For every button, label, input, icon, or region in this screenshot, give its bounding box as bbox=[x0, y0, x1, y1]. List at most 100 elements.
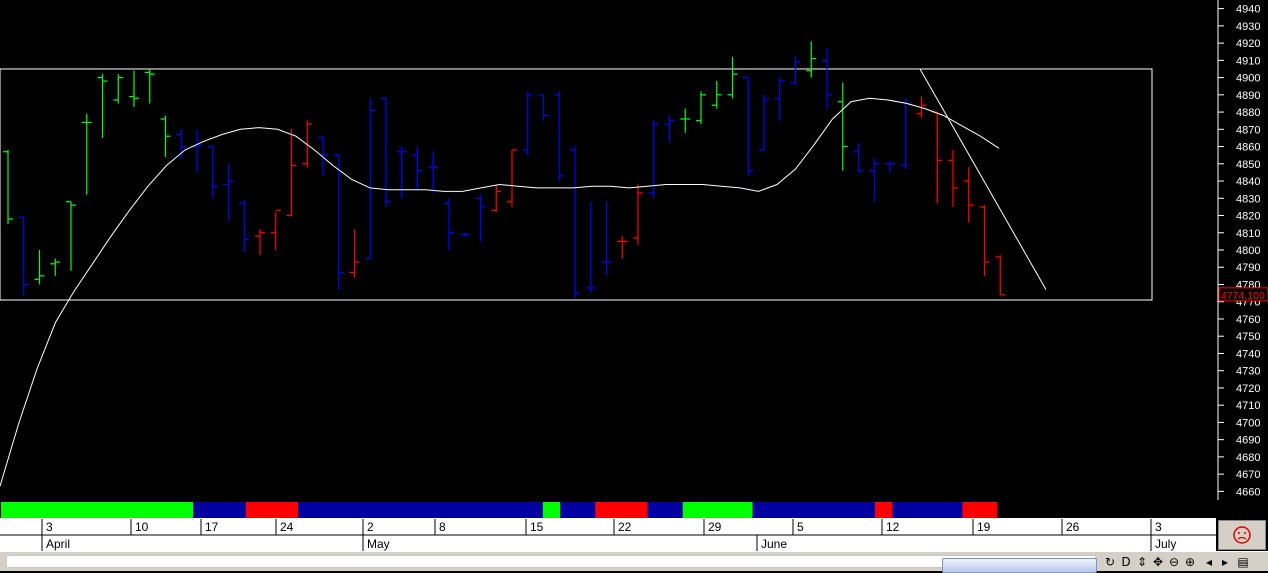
ohlc-bar bbox=[522, 91, 533, 156]
ohlc-bar bbox=[34, 250, 45, 285]
ohlc-bar bbox=[302, 120, 313, 168]
ohlc-bar bbox=[270, 209, 281, 250]
ohlc-bar bbox=[333, 154, 344, 290]
y-tick-label: 4740 bbox=[1236, 348, 1260, 360]
signal-segment bbox=[560, 502, 596, 519]
x-day-label: 3 bbox=[1155, 520, 1162, 534]
ohlc-bar bbox=[160, 115, 171, 157]
sad-face-icon bbox=[1233, 526, 1251, 544]
scroll-right-icon[interactable]: ▸ bbox=[1218, 554, 1232, 570]
ohlc-bar bbox=[66, 201, 76, 271]
window-icon[interactable]: ▤ bbox=[1236, 554, 1250, 570]
signal-segment bbox=[298, 502, 543, 519]
ohlc-bar bbox=[97, 74, 108, 138]
ohlc-bar bbox=[318, 136, 328, 176]
y-tick-label: 4760 bbox=[1236, 314, 1260, 326]
move-icon[interactable]: ✥ bbox=[1151, 554, 1165, 570]
horizontal-scrollbar[interactable] bbox=[6, 555, 1097, 573]
ohlc-bar bbox=[995, 255, 1006, 296]
x-day-label: 29 bbox=[708, 520, 722, 534]
y-tick-label: 4680 bbox=[1236, 452, 1260, 464]
ohlc-bar bbox=[239, 200, 250, 252]
signal-segment bbox=[1, 502, 194, 519]
cursor-icon[interactable]: D bbox=[1119, 554, 1133, 570]
ohlc-bar bbox=[18, 216, 29, 297]
y-tick-label: 4870 bbox=[1236, 124, 1260, 136]
price-axis: 4660 4670 4680 4690 4700 4710 4720 4730 4740 4750… bbox=[1217, 0, 1268, 500]
ohlc-bar bbox=[507, 149, 517, 207]
y-tick-label: 4910 bbox=[1236, 55, 1260, 67]
ohlc-bar bbox=[853, 143, 864, 173]
ohlc-bar bbox=[727, 56, 738, 99]
ohlc-bar bbox=[475, 194, 486, 242]
ohlc-bar bbox=[444, 198, 454, 250]
zoom-in-icon[interactable]: ⊕ bbox=[1183, 554, 1197, 570]
ohlc-bar bbox=[459, 232, 470, 237]
pan-icon[interactable]: ⇕ bbox=[1135, 554, 1149, 570]
date-axis: 3 10 17 24 2 8 15 22 29 5 12 19 26 3 April May June July bbox=[0, 518, 1216, 552]
y-tick-label: 4670 bbox=[1236, 469, 1260, 481]
ohlc-bar bbox=[381, 97, 391, 207]
x-month-label: May bbox=[367, 537, 390, 551]
ohlc-bar bbox=[396, 146, 407, 199]
ohlc-bar bbox=[790, 56, 801, 85]
ohlc-bar bbox=[979, 205, 990, 276]
y-tick-label: 4750 bbox=[1236, 331, 1260, 343]
ohlc-bar bbox=[3, 150, 13, 225]
ohlc-bar bbox=[601, 201, 612, 276]
ohlc-bar bbox=[207, 145, 218, 199]
ohlc-bar bbox=[711, 81, 722, 109]
ohlc-bar bbox=[774, 77, 785, 121]
ohlc-bar bbox=[680, 108, 691, 133]
y-tick-label: 4730 bbox=[1236, 366, 1260, 378]
ohlc-bar bbox=[570, 146, 580, 299]
x-day-label: 19 bbox=[977, 520, 991, 534]
y-tick-label: 4810 bbox=[1236, 228, 1260, 240]
y-tick-label: 4720 bbox=[1236, 383, 1260, 395]
ohlc-bar bbox=[428, 151, 439, 194]
x-month-label: April bbox=[46, 537, 70, 551]
ohlc-bar bbox=[192, 129, 202, 173]
x-day-label: 17 bbox=[205, 520, 219, 534]
y-tick-label: 4900 bbox=[1236, 73, 1260, 85]
signal-segment bbox=[682, 502, 753, 519]
price-chart[interactable] bbox=[0, 0, 1216, 500]
ohlc-bar bbox=[806, 41, 817, 78]
ohlc-bar bbox=[144, 68, 155, 104]
signal-segment bbox=[892, 502, 963, 519]
signal-segment bbox=[962, 502, 998, 519]
ohlc-bar bbox=[129, 70, 139, 107]
ohlc-bar bbox=[900, 98, 911, 169]
y-tick-label: 4930 bbox=[1236, 21, 1260, 33]
ohlc-bar bbox=[491, 184, 502, 213]
ohlc-bar bbox=[554, 91, 565, 182]
ohlc-bar bbox=[696, 91, 706, 125]
ohlc-bar bbox=[963, 167, 974, 223]
ohlc-bar bbox=[176, 129, 187, 159]
y-tick-label: 4690 bbox=[1236, 435, 1260, 447]
y-tick-label: 4660 bbox=[1236, 486, 1260, 498]
ohlc-bar bbox=[585, 201, 596, 294]
y-tick-label: 4850 bbox=[1236, 159, 1260, 171]
zoom-out-icon[interactable]: ⊖ bbox=[1167, 554, 1181, 570]
x-day-label: 10 bbox=[135, 520, 149, 534]
ohlc-bar bbox=[50, 258, 61, 276]
ohlc-bar bbox=[869, 158, 880, 202]
y-tick-label: 4790 bbox=[1236, 262, 1260, 274]
scroll-left-icon[interactable]: ◂ bbox=[1202, 554, 1216, 570]
y-tick-label: 4700 bbox=[1236, 417, 1260, 429]
ohlc-bar bbox=[255, 229, 265, 256]
x-day-label: 3 bbox=[46, 520, 53, 534]
ohlc-bar bbox=[664, 115, 675, 142]
y-tick-label: 4800 bbox=[1236, 245, 1260, 257]
refresh-icon[interactable]: ↻ bbox=[1103, 554, 1117, 570]
x-day-label: 2 bbox=[367, 520, 374, 534]
signal-segment bbox=[193, 502, 246, 519]
x-month-label: June bbox=[761, 537, 787, 551]
sad-face-button[interactable] bbox=[1218, 520, 1266, 550]
ohlc-bar bbox=[617, 236, 628, 259]
signal-segment bbox=[875, 502, 893, 519]
ohlc-bar bbox=[759, 94, 769, 151]
y-tick-label: 4710 bbox=[1236, 400, 1260, 412]
ohlc-bar bbox=[286, 129, 297, 217]
